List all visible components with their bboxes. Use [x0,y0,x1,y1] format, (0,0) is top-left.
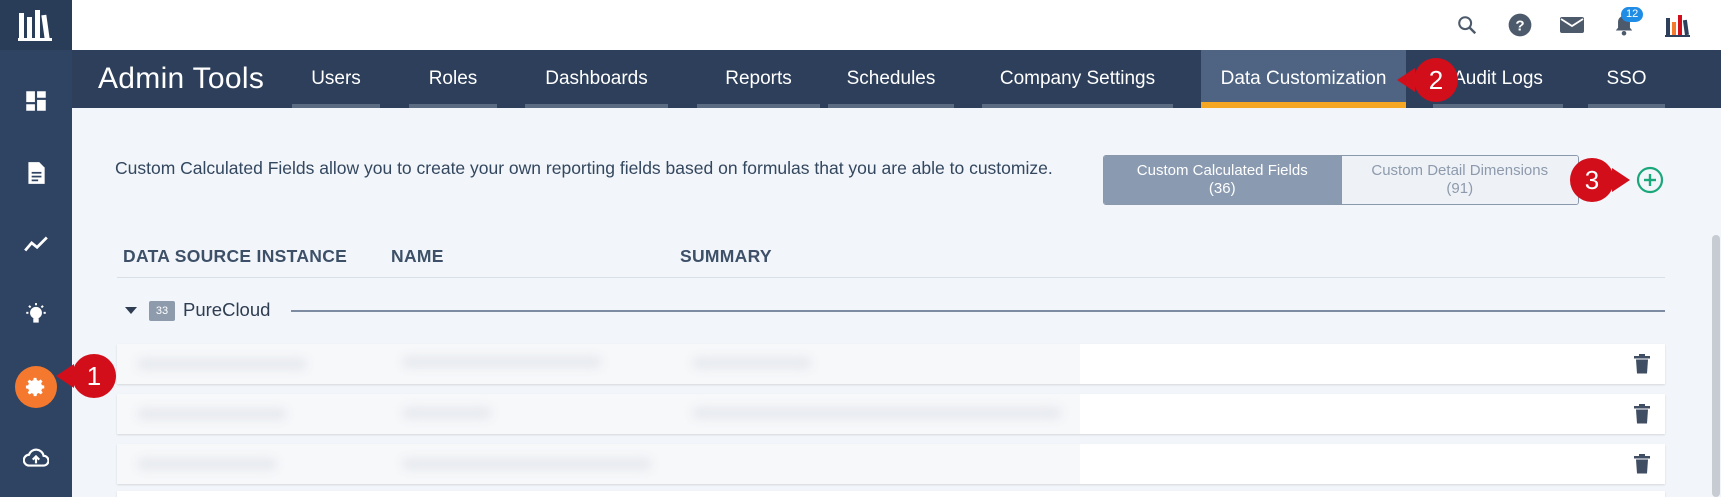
toggle-label: Custom Calculated Fields [1136,162,1308,179]
tab-reports[interactable]: Reports [697,50,820,108]
dashboard-icon [26,91,46,111]
add-field-button[interactable] [1636,166,1664,194]
top-bar: ? 12 [72,0,1721,50]
trend-icon [24,236,48,252]
group-row: 33 PureCloud [117,298,1665,324]
tab-dashboards[interactable]: Dashboards [525,50,668,108]
app-menu-button[interactable] [1663,10,1693,40]
sidebar [0,0,72,497]
trash-icon [1634,404,1650,424]
messages-button[interactable] [1557,10,1587,40]
toggle-count: (36) [1208,180,1236,197]
help-button[interactable]: ? [1505,10,1535,40]
callout-pointer [1612,168,1630,192]
search-button[interactable] [1452,10,1482,40]
notification-badge: 12 [1621,7,1644,22]
table-row[interactable] [117,444,1665,484]
column-header-name[interactable]: NAME [391,246,444,267]
header-divider [117,277,1665,278]
redacted-content [117,394,1080,434]
delete-button[interactable] [1633,404,1653,424]
callout-1: 1 [72,354,116,398]
cloud-upload-icon [23,448,49,467]
column-header-summary[interactable]: SUMMARY [680,246,772,267]
sidebar-item-insights[interactable] [0,287,72,343]
toggle-count: (91) [1446,180,1474,197]
group-count-badge: 33 [149,301,175,321]
app-logo[interactable] [0,0,72,50]
table-row[interactable] [117,394,1665,434]
toggle-label: Custom Detail Dimensions [1371,162,1549,179]
app-logo-icon [1665,15,1690,37]
mail-icon [1560,17,1584,33]
tab-company-settings[interactable]: Company Settings [982,50,1173,108]
active-indicator [15,366,57,408]
group-label: PureCloud [183,299,271,320]
custom-calculated-fields-button[interactable]: Custom Calculated Fields (36) [1104,156,1341,204]
document-icon [28,162,45,184]
callout-3: 3 [1570,158,1614,202]
page-title: Admin Tools [98,62,265,95]
tab-users[interactable]: Users [292,50,380,108]
section-description: Custom Calculated Fields allow you to cr… [115,158,1053,178]
callout-pointer [1397,68,1415,92]
help-icon: ? [1508,13,1532,37]
tab-sso[interactable]: SSO [1588,50,1665,108]
table-row[interactable] [117,491,1665,497]
admin-nav-bar: Admin Tools Users Roles Dashboards Repor… [72,50,1721,108]
plus-circle-icon [1636,166,1664,194]
field-type-toggle: Custom Calculated Fields (36) Custom Det… [1103,155,1579,205]
tab-data-customization[interactable]: Data Customization [1201,50,1406,108]
scrollbar[interactable] [1712,235,1720,497]
delete-button[interactable] [1633,454,1653,474]
redacted-content [117,344,1080,384]
lightbulb-icon [26,303,46,323]
sidebar-item-upload[interactable] [0,430,72,486]
svg-text:?: ? [1515,17,1524,34]
redacted-content [117,444,1080,484]
column-header-data-source[interactable]: DATA SOURCE INSTANCE [123,246,347,267]
gear-icon [25,377,45,397]
tab-roles[interactable]: Roles [409,50,497,108]
sidebar-item-reports[interactable] [0,145,72,201]
search-icon [1458,16,1477,35]
group-divider [291,310,1665,312]
delete-button[interactable] [1633,354,1653,374]
collapse-caret-icon[interactable] [125,307,137,314]
sidebar-item-dashboards[interactable] [0,73,72,129]
notifications-button[interactable]: 12 [1609,7,1644,40]
table-row[interactable] [117,344,1665,384]
tab-schedules[interactable]: Schedules [828,50,954,108]
trash-icon [1634,454,1650,474]
callout-2: 2 [1414,58,1458,102]
sidebar-item-trends[interactable] [0,216,72,272]
custom-detail-dimensions-button[interactable]: Custom Detail Dimensions (91) [1340,156,1578,204]
trash-icon [1634,354,1650,374]
library-logo-icon [18,10,52,41]
